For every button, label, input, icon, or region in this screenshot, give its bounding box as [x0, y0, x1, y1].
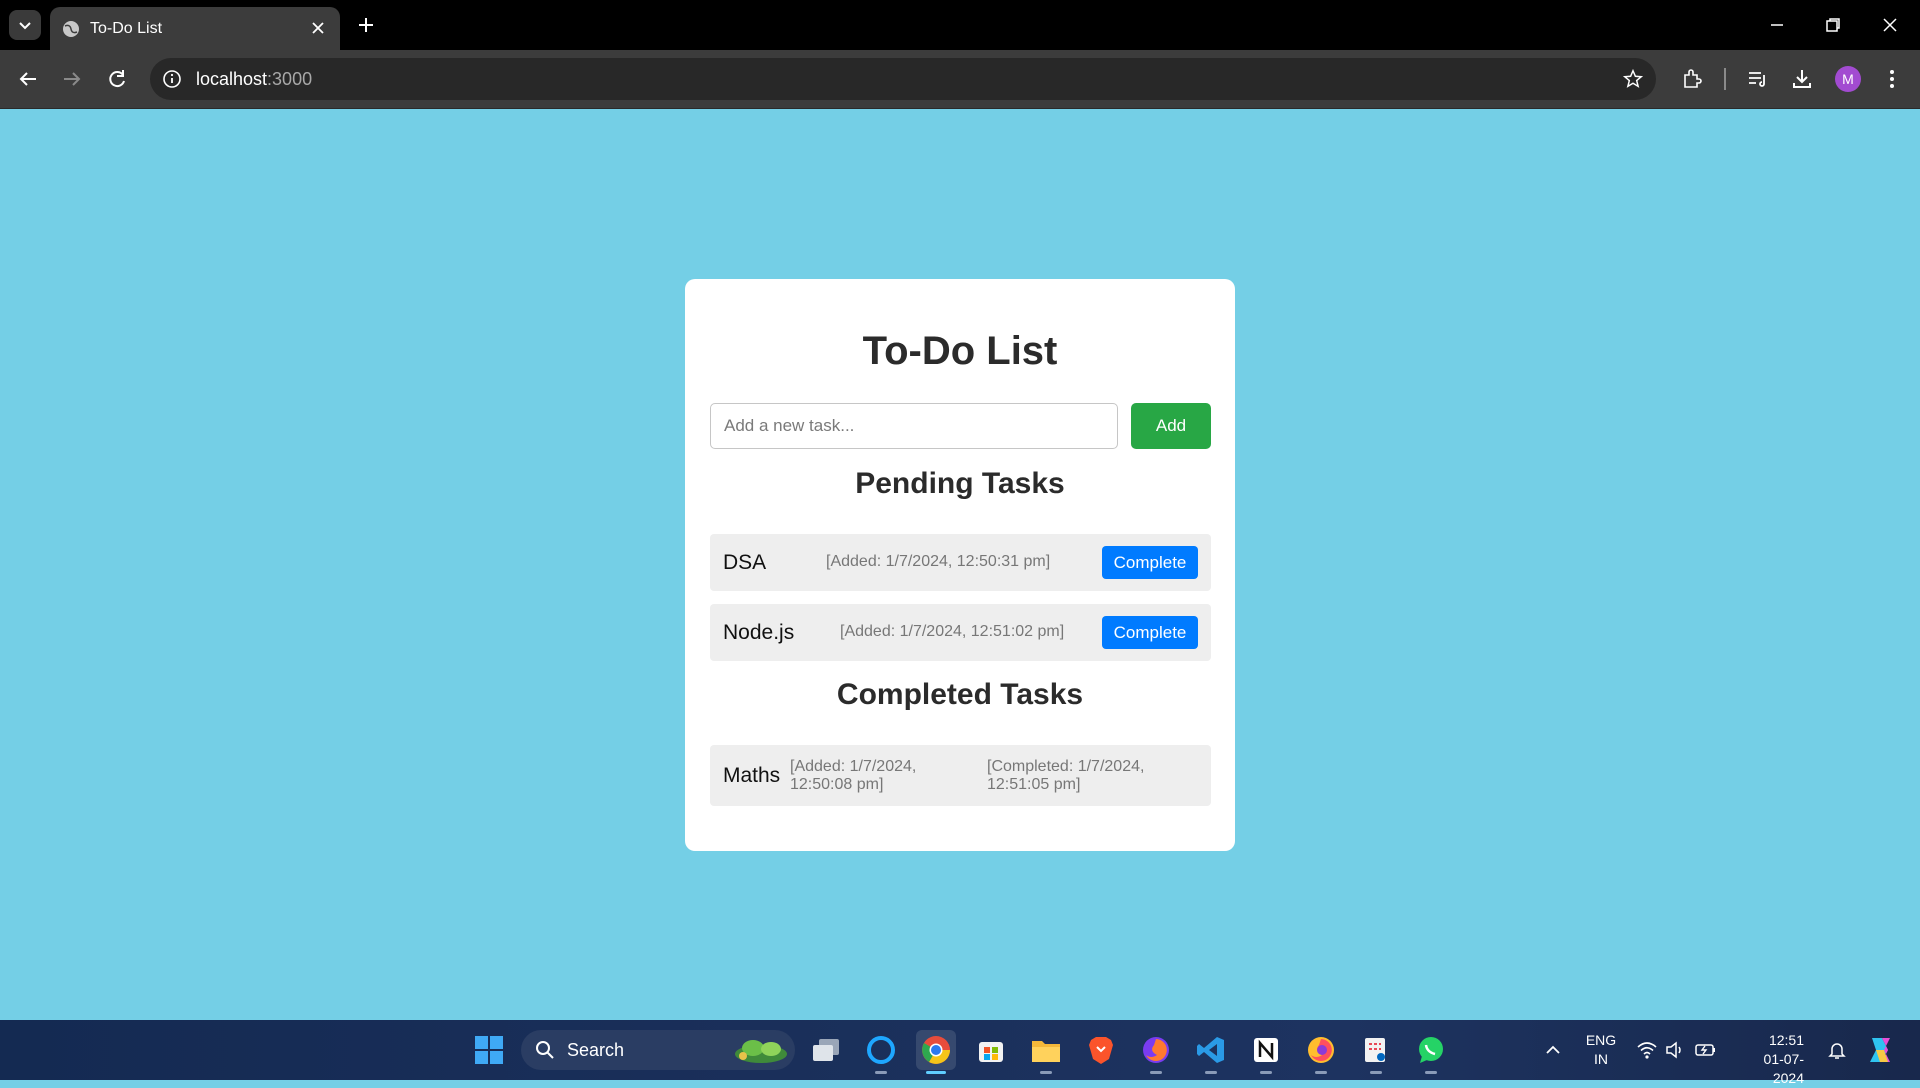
task-name: DSA: [723, 551, 767, 574]
todo-card: To-Do List Add Pending Tasks DSA [Added:…: [685, 279, 1235, 851]
extensions-icon[interactable]: [1680, 67, 1704, 91]
task-added-time: [Added: 1/7/2024, 12:51:02 pm]: [840, 623, 1065, 640]
microsoft-store-icon: [979, 1042, 1003, 1062]
taskbar-task-view[interactable]: [806, 1030, 846, 1070]
browser-toolbar: localhost:3000: [0, 50, 1920, 109]
running-indicator: [1040, 1071, 1052, 1074]
new-task-input[interactable]: [710, 403, 1118, 449]
active-indicator: [926, 1071, 946, 1074]
reload-icon[interactable]: [103, 65, 131, 93]
minimize-icon[interactable]: [1765, 13, 1789, 37]
running-indicator: [1150, 1071, 1162, 1074]
close-tab-icon[interactable]: [308, 18, 328, 38]
taskbar-cortana[interactable]: [861, 1030, 901, 1074]
new-tab-icon[interactable]: [354, 13, 378, 37]
task-name: Maths: [723, 764, 781, 787]
running-indicator: [1260, 1071, 1272, 1074]
tab-search-button[interactable]: [9, 10, 41, 40]
restore-icon[interactable]: [1821, 13, 1845, 37]
taskbar-chrome[interactable]: [916, 1030, 956, 1074]
taskbar-store[interactable]: [971, 1030, 1011, 1070]
taskbar-vscode[interactable]: [1191, 1030, 1231, 1074]
taskbar-firefox-dev[interactable]: [1136, 1030, 1176, 1074]
globe-icon: [63, 21, 79, 37]
battery-icon[interactable]: [1694, 1040, 1718, 1060]
taskbar-search-label: Search: [567, 1040, 625, 1060]
vscode-icon: [1197, 1037, 1224, 1063]
browser-menu-icon[interactable]: [1880, 67, 1904, 91]
running-indicator: [1205, 1071, 1217, 1074]
task-completed-time: [Completed: 1/7/2024, 12:51:05 pm]: [987, 758, 1145, 793]
pending-task-item: Node.js [Added: 1/7/2024, 12:51:02 pm] C…: [710, 604, 1211, 661]
wifi-icon[interactable]: [1636, 1040, 1658, 1060]
download-icon[interactable]: [1790, 67, 1814, 91]
taskbar-search[interactable]: Search: [521, 1030, 795, 1070]
taskbar-whatsapp[interactable]: [1411, 1030, 1451, 1074]
chevron-down-icon: [19, 22, 31, 30]
browser-tab[interactable]: To-Do List: [50, 7, 340, 50]
clock[interactable]: 12:51 01-07-2024: [1736, 1031, 1804, 1088]
notion-icon: [1254, 1038, 1278, 1062]
running-indicator: [1370, 1071, 1382, 1074]
completed-task-item: Maths [Added: 1/7/2024, 12:50:08 pm] [Co…: [710, 745, 1211, 806]
folder-icon: [1032, 1041, 1060, 1062]
language-indicator[interactable]: ENG IN: [1584, 1031, 1618, 1069]
bookmark-star-icon[interactable]: [1622, 68, 1644, 90]
add-task-button[interactable]: Add: [1131, 403, 1211, 449]
url-text: localhost:3000: [196, 69, 313, 89]
taskbar-file-explorer[interactable]: [1026, 1030, 1066, 1074]
running-indicator: [1315, 1071, 1327, 1074]
complete-task-button[interactable]: Complete: [1102, 616, 1198, 649]
taskbar-brave[interactable]: [1081, 1030, 1121, 1070]
pending-task-item: DSA [Added: 1/7/2024, 12:50:31 pm] Compl…: [710, 534, 1211, 591]
task-added-time: [Added: 1/7/2024, 12:50:31 pm]: [826, 553, 1051, 570]
snipping-tool-icon: [1365, 1038, 1385, 1062]
task-name: Node.js: [723, 621, 795, 644]
toolbar-divider: [1724, 68, 1726, 90]
windows-taskbar: Search ENG IN 12:51 01-07-2024: [0, 1020, 1920, 1086]
volume-icon[interactable]: [1664, 1040, 1686, 1060]
brave-icon: [1089, 1037, 1113, 1064]
search-highlight-icon: [735, 1040, 787, 1063]
taskbar-notion[interactable]: [1246, 1030, 1286, 1074]
complete-task-button[interactable]: Complete: [1102, 546, 1198, 579]
running-indicator: [1425, 1071, 1437, 1074]
profile-avatar[interactable]: M: [1835, 66, 1861, 92]
chevron-up-icon[interactable]: [1543, 1040, 1563, 1060]
task-added-time: [Added: 1/7/2024, 12:50:08 pm]: [790, 758, 917, 793]
taskbar-firefox[interactable]: [1301, 1030, 1341, 1074]
copilot-icon[interactable]: [1864, 1034, 1896, 1066]
tab-title: To-Do List: [90, 20, 163, 37]
running-indicator: [875, 1071, 887, 1074]
windows-logo-icon: [475, 1036, 503, 1064]
site-info-icon[interactable]: [162, 69, 182, 89]
cortana-icon: [867, 1036, 895, 1064]
close-window-icon[interactable]: [1878, 13, 1902, 37]
back-icon[interactable]: [14, 65, 42, 93]
firefox-icon: [1308, 1037, 1334, 1063]
page-title: To-Do List: [862, 329, 1058, 373]
firefox-icon: [1143, 1037, 1169, 1063]
notification-bell-icon[interactable]: [1826, 1039, 1848, 1061]
forward-icon[interactable]: [58, 65, 86, 93]
pending-tasks-heading: Pending Tasks: [855, 467, 1065, 500]
chrome-icon: [922, 1036, 950, 1064]
start-button[interactable]: [469, 1030, 509, 1070]
taskbar-snipping-tool[interactable]: [1356, 1030, 1396, 1074]
browser-tab-strip: To-Do List: [0, 0, 1920, 50]
address-bar[interactable]: localhost:3000: [150, 58, 1656, 100]
task-view-icon: [813, 1039, 839, 1061]
search-icon: [536, 1041, 554, 1059]
completed-tasks-heading: Completed Tasks: [836, 678, 1084, 711]
whatsapp-icon: [1419, 1037, 1443, 1063]
media-controls-icon[interactable]: [1746, 67, 1770, 91]
